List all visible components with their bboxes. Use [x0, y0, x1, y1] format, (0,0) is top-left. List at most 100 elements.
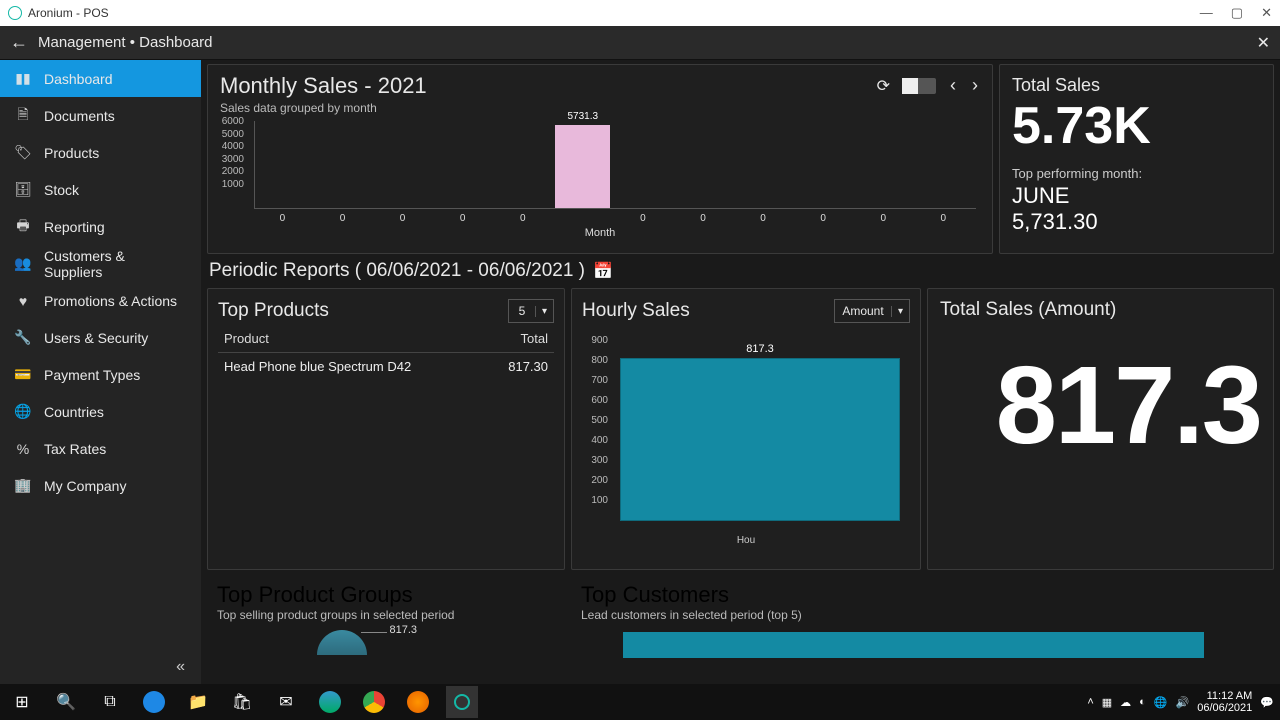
totals-caption: Top performing month: — [1012, 166, 1261, 181]
tray-onedrive-icon[interactable]: ☁ — [1120, 696, 1131, 709]
groups-pie-chart: 817.3 — [317, 630, 367, 655]
sidebar-item-my-company[interactable]: 🏢My Company — [0, 467, 201, 504]
monthly-x-tick: 0 — [916, 213, 971, 224]
globe-icon: 🌐 — [14, 403, 32, 420]
hourly-bar-area: 817.3 — [614, 341, 906, 521]
monthly-x-tick: 0 — [315, 213, 370, 224]
sidebar-item-stock[interactable]: 🗄 Stock — [0, 171, 201, 208]
monthly-x-tick: 0 — [495, 213, 550, 224]
people-icon: 👥 — [14, 255, 32, 272]
edge-icon[interactable] — [138, 686, 170, 718]
tray-security-icon[interactable]: ◐ — [1139, 696, 1146, 708]
top-products-panel: Top Products 5 ▾ Product Total Head Phon… — [207, 288, 565, 570]
tray-network-icon[interactable]: 🌐 — [1154, 696, 1168, 709]
sidebar-item-label: Reporting — [44, 219, 105, 235]
totals-month: JUNE — [1012, 183, 1261, 209]
monthly-title: Monthly Sales - 2021 — [220, 73, 980, 99]
top-products-header-row: Product Total — [218, 323, 554, 353]
panel-close-icon[interactable]: ✕ — [1257, 33, 1270, 53]
sidebar-item-reporting[interactable]: 🖶Reporting — [0, 208, 201, 245]
hourly-mode-dropdown[interactable]: Amount ▾ — [834, 299, 910, 323]
hourly-y-ticks: 900800700600500400300200100 — [582, 335, 608, 515]
sidebar-item-documents[interactable]: 🗎Documents — [0, 97, 201, 134]
sidebar-item-products[interactable]: 🏷Products — [0, 134, 201, 171]
sidebar-item-label: Stock — [44, 182, 79, 198]
bars-icon: ▮▮ — [14, 70, 32, 87]
monthly-x-tick: 0 — [676, 213, 731, 224]
sidebar-item-label: My Company — [44, 478, 126, 494]
firefox-icon[interactable] — [402, 686, 434, 718]
start-button[interactable]: ⊞ — [6, 686, 38, 718]
top-products-title: Top Products — [218, 300, 329, 322]
hourly-chart: 900800700600500400300200100 817.3 — [610, 335, 910, 535]
store-icon[interactable]: 🛍 — [226, 686, 258, 718]
customers-subtitle: Lead customers in selected period (top 5… — [581, 608, 1264, 622]
dropdown-value: 5 — [509, 304, 535, 318]
sidebar-collapse-button[interactable]: « — [0, 650, 201, 684]
cell-total: 817.30 — [508, 359, 548, 374]
calendar-icon[interactable]: 📅 — [593, 261, 613, 281]
notifications-icon[interactable]: 💬 — [1260, 696, 1274, 709]
taskbar-date: 06/06/2021 — [1197, 702, 1252, 714]
col-product: Product — [224, 331, 269, 346]
totals-title: Total Sales — [1012, 75, 1261, 96]
taskbar-left: ⊞ 🔍 ⧉ 📁 🛍 ✉ — [6, 686, 478, 718]
close-button[interactable]: ✕ — [1261, 5, 1272, 21]
hourly-sales-panel: Hourly Sales Amount ▾ 900800700600500400… — [571, 288, 921, 570]
customers-bar — [623, 632, 1204, 658]
tray-chevron-icon[interactable]: ˄ — [1087, 696, 1093, 708]
monthly-x-tick: 0 — [375, 213, 430, 224]
prev-arrow-icon[interactable]: ‹ — [948, 75, 958, 96]
titlebar-controls: — ▢ ✕ — [1200, 5, 1272, 21]
groups-pie-label: 817.3 — [389, 624, 417, 636]
next-arrow-icon[interactable]: › — [970, 75, 980, 96]
search-icon[interactable]: 🔍 — [50, 686, 82, 718]
monthly-x-tick: 0 — [736, 213, 791, 224]
card-icon: 💳 — [14, 366, 32, 383]
windows-taskbar: ⊞ 🔍 ⧉ 📁 🛍 ✉ ˄ ▦ ☁ ◐ 🌐 🔊 11:12 AM 06/06/2… — [0, 684, 1280, 720]
sidebar-item-customers-suppliers[interactable]: 👥Customers & Suppliers — [0, 245, 201, 282]
refresh-icon[interactable]: ⟳ — [877, 76, 890, 96]
taskbar-clock[interactable]: 11:12 AM 06/06/2021 — [1197, 690, 1252, 714]
taskview-icon[interactable]: ⧉ — [94, 686, 126, 718]
periodic-label: Periodic Reports ( 06/06/2021 - 06/06/20… — [209, 260, 585, 282]
cell-product: Head Phone blue Spectrum D42 — [224, 359, 411, 374]
tray-volume-icon[interactable]: 🔊 — [1176, 696, 1190, 709]
sidebar-item-users-security[interactable]: 🔧 Users & Security — [0, 319, 201, 356]
box-icon: 🗄 — [14, 181, 32, 198]
sidebar-item-label: Products — [44, 145, 99, 161]
edge-new-icon[interactable] — [314, 686, 346, 718]
chevron-down-icon: ▾ — [535, 306, 553, 317]
tray-icon[interactable]: ▦ — [1102, 696, 1112, 709]
maximize-button[interactable]: ▢ — [1231, 5, 1243, 21]
aronium-app-icon[interactable] — [446, 686, 478, 718]
sidebar-item-payment-types[interactable]: 💳Payment Types — [0, 356, 201, 393]
sidebar-item-promotions-actions[interactable]: ♥Promotions & Actions — [0, 282, 201, 319]
top-products-count-dropdown[interactable]: 5 ▾ — [508, 299, 554, 323]
customers-title: Top Customers — [581, 582, 1264, 608]
chart-toggle[interactable] — [902, 78, 936, 94]
sidebar-item-label: Tax Rates — [44, 441, 106, 457]
percent-icon: % — [14, 441, 32, 457]
explorer-icon[interactable]: 📁 — [182, 686, 214, 718]
sidebar-item-label: Promotions & Actions — [44, 293, 177, 309]
chrome-icon[interactable] — [358, 686, 390, 718]
minimize-button[interactable]: — — [1200, 5, 1213, 21]
monthly-bar: 5731.3 — [555, 125, 610, 208]
sidebar-item-countries[interactable]: 🌐Countries — [0, 393, 201, 430]
sidebar-item-label: Users & Security — [44, 330, 148, 346]
totals-value: 5.73K — [1012, 100, 1261, 152]
window-title: Aronium - POS — [28, 6, 109, 20]
table-row[interactable]: Head Phone blue Spectrum D42 817.30 — [218, 353, 554, 380]
total-amount-title: Total Sales (Amount) — [940, 299, 1261, 321]
sidebar-item-tax-rates[interactable]: % Tax Rates — [0, 430, 201, 467]
bar-value-label: 5731.3 — [555, 111, 610, 122]
hourly-xlabel: Hou — [582, 535, 910, 546]
key-icon: 🔧 — [14, 329, 32, 346]
doc-icon: 🗎 — [14, 104, 32, 128]
sidebar-item-dashboard[interactable]: ▮▮Dashboard — [0, 60, 201, 97]
hourly-title: Hourly Sales — [582, 300, 690, 322]
mail-icon[interactable]: ✉ — [270, 686, 302, 718]
hourly-bar-label: 817.3 — [621, 343, 899, 355]
back-arrow-icon[interactable]: ← — [10, 32, 28, 53]
